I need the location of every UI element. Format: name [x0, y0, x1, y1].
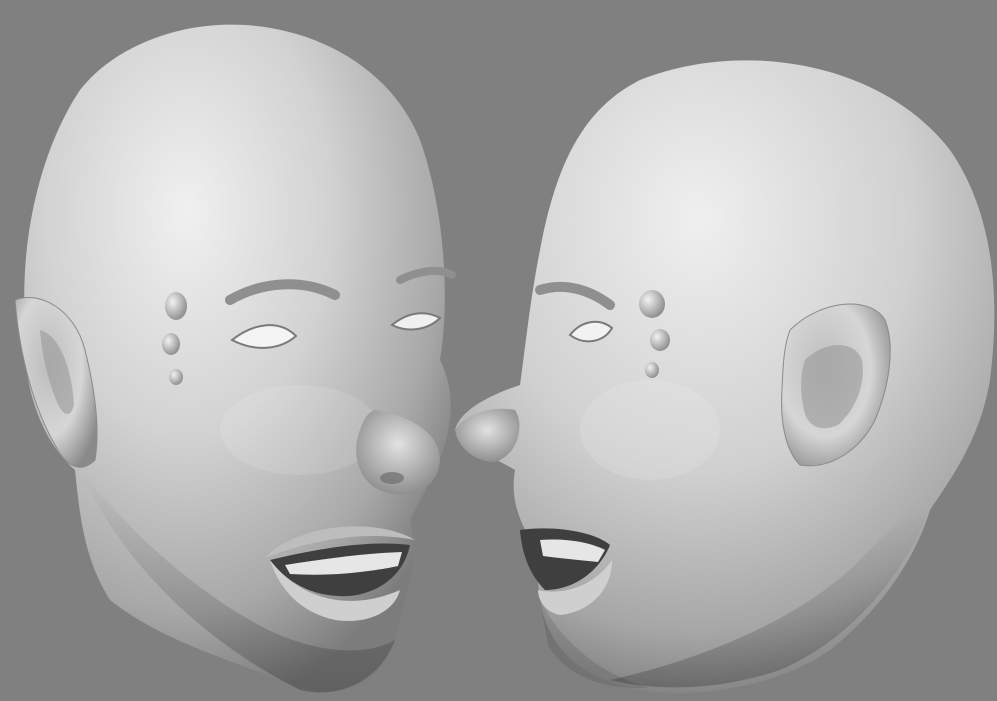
right-brow-bump-3 — [645, 362, 659, 378]
render-viewport — [0, 0, 997, 701]
left-brow-bump-1 — [165, 292, 187, 320]
left-cheek — [220, 385, 380, 475]
sculpt-render — [14, 24, 995, 694]
left-brow-bump-3 — [169, 369, 183, 385]
right-cheek — [580, 380, 720, 480]
right-head — [455, 60, 995, 694]
left-nostril — [380, 472, 404, 484]
right-brow-bump-2 — [650, 329, 670, 351]
right-head-body — [455, 60, 995, 694]
right-brow-bump-1 — [639, 290, 665, 318]
left-head-body — [24, 24, 451, 692]
left-brow-bump-2 — [162, 333, 180, 355]
left-head — [14, 24, 456, 693]
